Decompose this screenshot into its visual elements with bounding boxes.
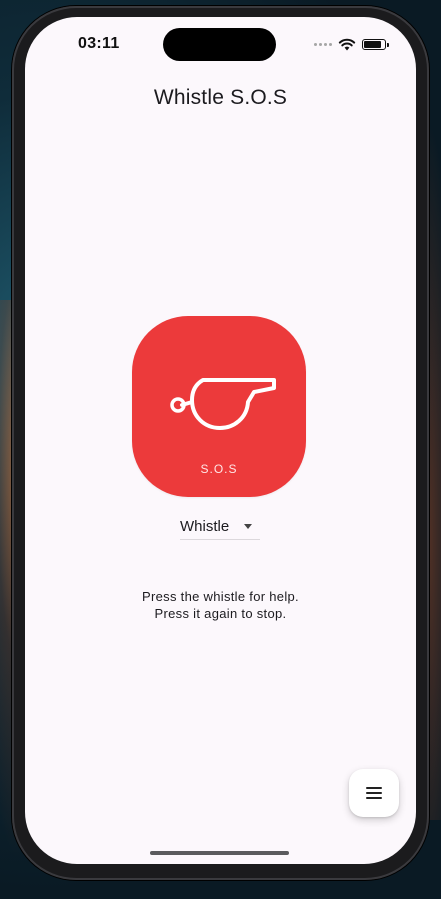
instruction-line-2: Press it again to stop.: [154, 606, 287, 621]
battery-icon: [362, 38, 389, 50]
whistle-icon: [170, 378, 276, 430]
status-icons: [314, 37, 389, 51]
battery-fill: [364, 40, 381, 48]
instructions-text: Press the whistle for help. Press it aga…: [25, 588, 416, 622]
sound-type-dropdown[interactable]: Whistle: [180, 513, 260, 540]
menu-icon: [366, 787, 382, 799]
dropdown-caret-icon: [244, 524, 252, 529]
wifi-icon: [338, 38, 356, 50]
menu-button[interactable]: [349, 769, 399, 817]
sos-whistle-button[interactable]: S.O.S: [132, 316, 306, 497]
instruction-line-1: Press the whistle for help.: [142, 589, 299, 604]
app-screen: 03:11 Whistle S.O.S S.O.S Whistle Press …: [25, 17, 416, 864]
signal-dots-icon: [314, 42, 332, 46]
status-time: 03:11: [78, 35, 120, 52]
page-title: Whistle S.O.S: [153, 86, 288, 109]
dropdown-selected-value: Whistle: [180, 517, 230, 535]
sos-label: S.O.S: [200, 462, 238, 476]
home-indicator[interactable]: [150, 851, 289, 855]
dynamic-island: [163, 28, 276, 61]
